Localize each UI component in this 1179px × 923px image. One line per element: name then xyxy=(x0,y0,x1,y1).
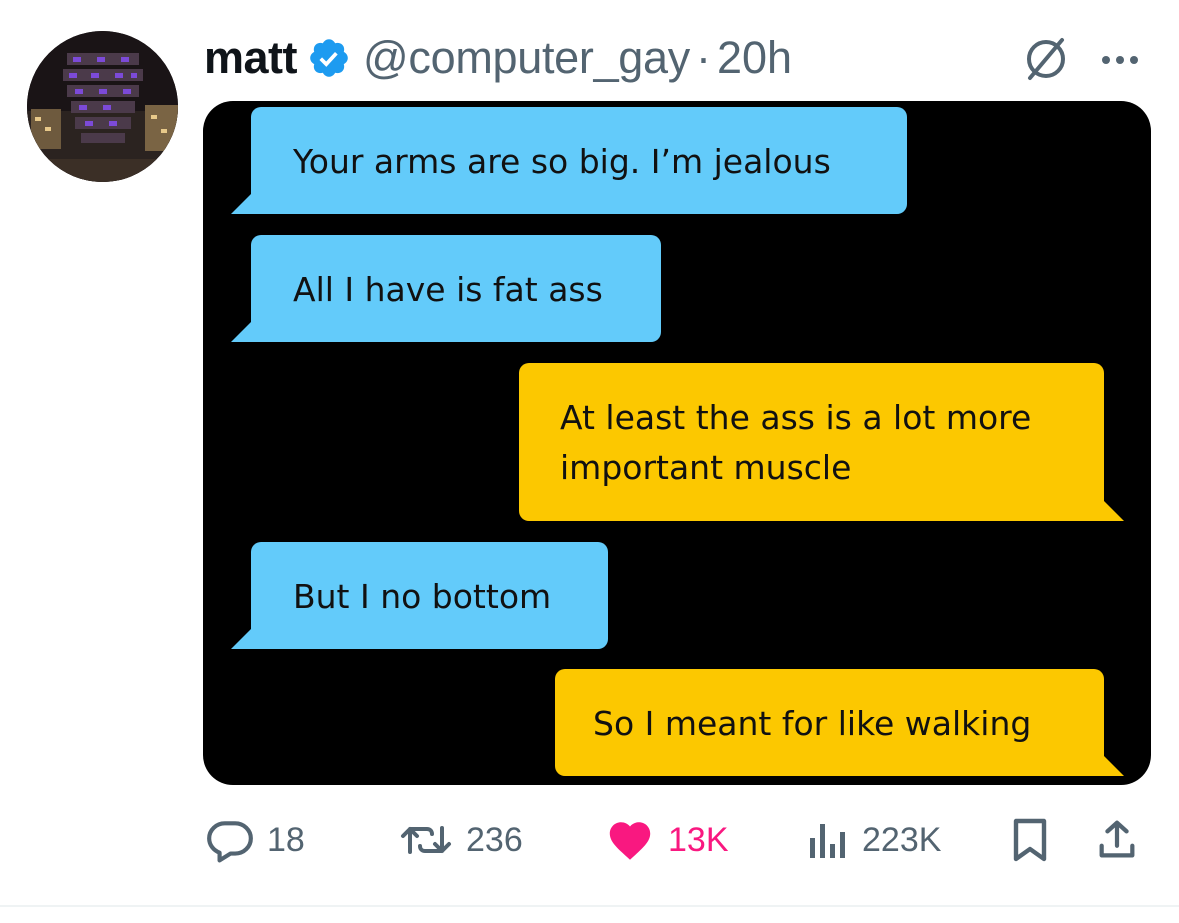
bubble-tail xyxy=(1104,756,1124,776)
message-bubble: So I meant for like walking xyxy=(555,669,1124,776)
message-text: Your arms are so big. I’m jealous xyxy=(293,142,831,181)
reply-button[interactable]: 18 xyxy=(205,810,305,870)
action-bar: 18 236 13K 223K xyxy=(0,810,1179,870)
share-icon xyxy=(1099,820,1135,858)
bubble-tail xyxy=(231,629,251,649)
heart-icon xyxy=(609,822,651,860)
views-icon xyxy=(810,824,845,858)
bubble-tail xyxy=(231,194,251,214)
message-text: At least the ass is a lot more xyxy=(560,398,1032,437)
separator-dot: · xyxy=(695,32,711,83)
display-name[interactable]: matt xyxy=(204,32,298,84)
like-button[interactable]: 13K xyxy=(604,810,729,870)
reply-icon xyxy=(207,821,253,863)
message-bubble: But I no bottom xyxy=(231,542,608,649)
reply-count: 18 xyxy=(267,820,305,859)
retweet-button[interactable]: 236 xyxy=(398,810,523,870)
retweet-count: 236 xyxy=(466,820,523,859)
views-button[interactable]: 223K xyxy=(806,810,941,870)
verified-badge-icon[interactable] xyxy=(307,36,351,80)
message-text: So I meant for like walking xyxy=(593,704,1032,743)
user-handle[interactable]: @computer_gay xyxy=(363,32,690,84)
message-text: But I no bottom xyxy=(293,577,552,616)
bookmark-icon xyxy=(1013,818,1047,862)
grok-icon[interactable] xyxy=(1020,32,1072,84)
share-button[interactable] xyxy=(1094,810,1140,870)
views-count: 223K xyxy=(862,820,942,859)
message-bubble: Your arms are so big. I’m jealous xyxy=(231,107,907,214)
message-bubble: All I have is fat ass xyxy=(231,235,661,342)
more-icon[interactable] xyxy=(1094,40,1146,80)
tweet-header: matt @computer_gay · 20h xyxy=(204,28,792,88)
message-text: All I have is fat ass xyxy=(293,270,603,309)
avatar[interactable] xyxy=(27,31,178,182)
tweet-media[interactable]: Your arms are so big. I’m jealous All I … xyxy=(203,101,1151,785)
message-text: important muscle xyxy=(560,448,852,487)
bookmark-button[interactable] xyxy=(1008,810,1052,870)
bubble-tail xyxy=(231,322,251,342)
retweet-icon xyxy=(401,826,451,854)
divider xyxy=(0,905,1179,907)
message-bubble: At least the ass is a lot more important… xyxy=(519,363,1124,521)
like-count: 13K xyxy=(668,820,729,859)
bubble-tail xyxy=(1104,501,1124,521)
timestamp[interactable]: 20h xyxy=(717,32,792,84)
tweet[interactable]: matt @computer_gay · 20h Your arms are s… xyxy=(0,0,1179,923)
